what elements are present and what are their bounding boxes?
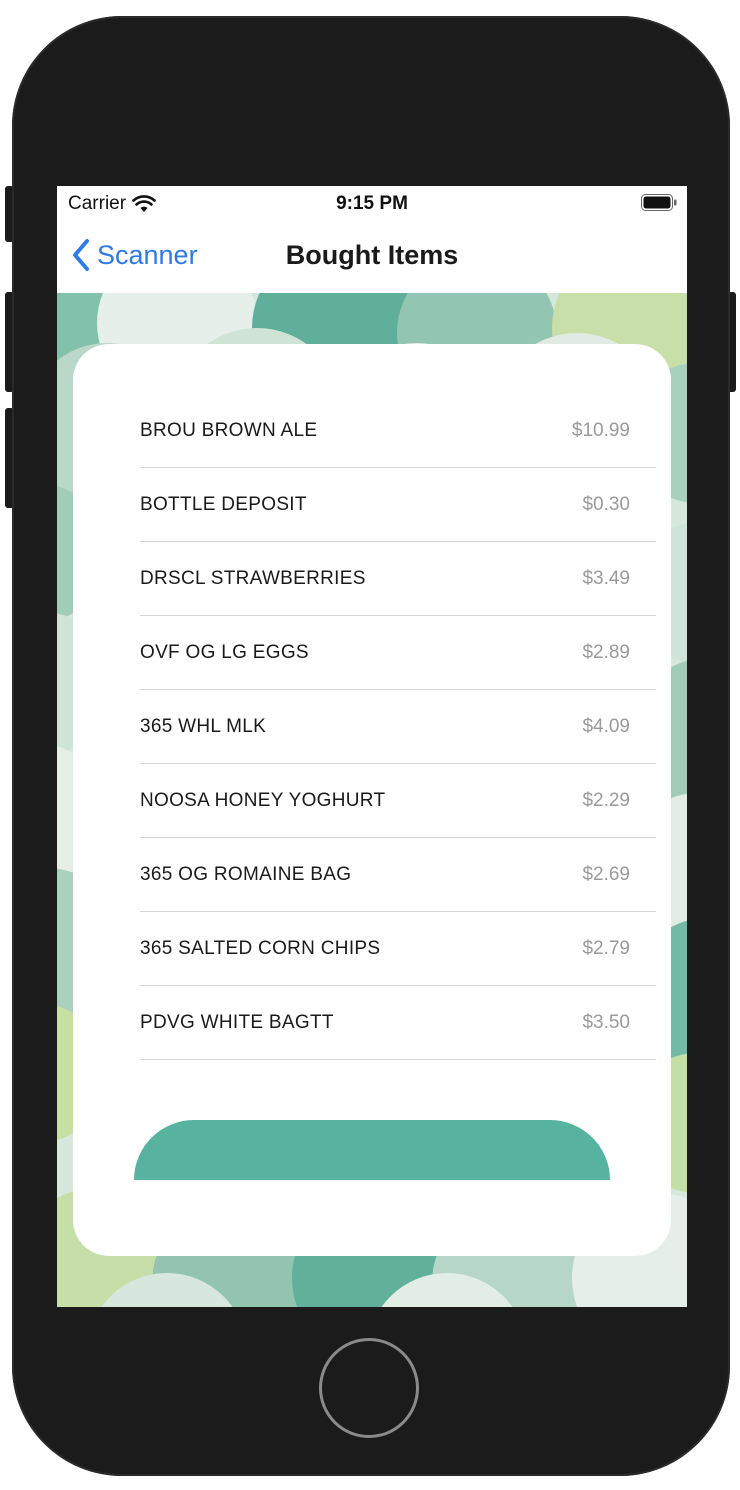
item-price: $10.99 xyxy=(571,420,630,441)
item-name: 365 OG ROMAINE BAG xyxy=(140,864,352,885)
battery-icon xyxy=(641,194,677,211)
item-price: $2.79 xyxy=(582,938,630,959)
item-name: DRSCL STRAWBERRIES xyxy=(140,568,366,589)
list-item[interactable]: BROU BROWN ALE $10.99 xyxy=(140,394,656,468)
home-button[interactable] xyxy=(319,1338,419,1438)
item-price: $3.50 xyxy=(582,1012,630,1033)
status-bar: Carrier 9:15 PM xyxy=(57,186,687,220)
item-name: BOTTLE DEPOSIT xyxy=(140,494,307,515)
item-price: $2.29 xyxy=(582,790,630,811)
item-name: 365 SALTED CORN CHIPS xyxy=(140,938,381,959)
list-item[interactable]: OVF OG LG EGGS $2.89 xyxy=(140,616,656,690)
item-price: $3.49 xyxy=(582,568,630,589)
check-off-button-container: Check off my list xyxy=(134,1120,610,1180)
items-list: BROU BROWN ALE $10.99 BOTTLE DEPOSIT $0.… xyxy=(140,394,656,1060)
list-item[interactable]: 365 SALTED CORN CHIPS $2.79 xyxy=(140,912,656,986)
status-time: 9:15 PM xyxy=(336,193,408,214)
app-screen: Carrier 9:15 PM Scanner Bought Items BRO… xyxy=(57,186,687,1307)
page-title: Bought Items xyxy=(285,240,459,270)
list-item[interactable]: NOOSA HONEY YOGHURT $2.29 xyxy=(140,764,656,838)
bought-items-card: BROU BROWN ALE $10.99 BOTTLE DEPOSIT $0.… xyxy=(73,344,671,1256)
list-item[interactable]: DRSCL STRAWBERRIES $3.49 xyxy=(140,542,656,616)
item-price: $4.09 xyxy=(582,716,630,737)
list-item[interactable]: BOTTLE DEPOSIT $0.30 xyxy=(140,468,656,542)
item-price: $0.30 xyxy=(582,494,630,515)
item-name: NOOSA HONEY YOGHURT xyxy=(140,790,386,811)
list-item[interactable]: 365 WHL MLK $4.09 xyxy=(140,690,656,764)
navigation-bar: Scanner Bought Items xyxy=(57,220,687,294)
item-name: 365 WHL MLK xyxy=(140,716,267,737)
check-off-list-button[interactable]: Check off my list xyxy=(134,1120,610,1180)
item-name: OVF OG LG EGGS xyxy=(140,642,309,663)
item-price: $2.69 xyxy=(582,864,630,885)
list-item[interactable]: PDVG WHITE BAGTT $3.50 xyxy=(140,986,656,1060)
item-price: $2.89 xyxy=(582,642,630,663)
list-item[interactable]: 365 OG ROMAINE BAG $2.69 xyxy=(140,838,656,912)
item-name: PDVG WHITE BAGTT xyxy=(140,1012,334,1033)
item-name: BROU BROWN ALE xyxy=(140,420,318,441)
